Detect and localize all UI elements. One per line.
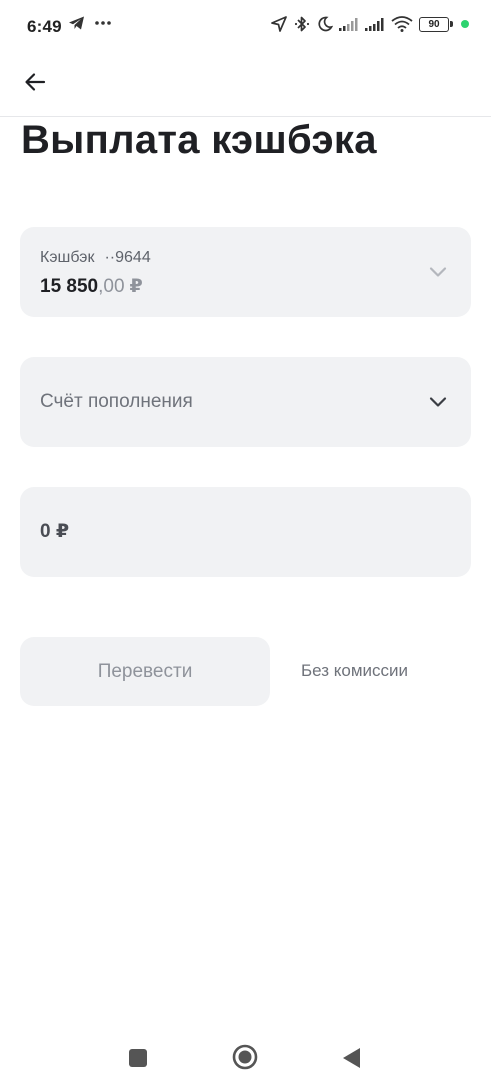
account-mask: ··9644 <box>104 249 151 266</box>
more-dots-icon <box>95 21 111 25</box>
page-title: Выплата кэшбэка <box>21 118 377 162</box>
account-label: Кэшбэк <box>40 249 95 266</box>
arrow-left-icon <box>25 73 46 91</box>
target-account-select[interactable]: Счёт пополнения <box>20 357 471 447</box>
recent-apps-button[interactable] <box>129 1049 147 1067</box>
signal-icon <box>339 18 358 31</box>
account-balance: 15 850,00 ₽ <box>40 275 143 298</box>
battery-icon: 90 <box>419 16 453 32</box>
system-back-button[interactable] <box>341 1047 361 1069</box>
telegram-icon <box>69 16 84 30</box>
back-button[interactable] <box>20 67 50 97</box>
signal-icon <box>365 18 384 31</box>
balance-integer: 15 850 <box>40 276 99 297</box>
system-nav-bar <box>0 1030 491 1090</box>
amount-value: 0 ₽ <box>40 521 70 542</box>
chevron-down-icon <box>429 397 447 407</box>
balance-fraction: ,00 <box>98 276 125 297</box>
transfer-button[interactable]: Перевести <box>20 637 270 706</box>
wifi-icon <box>391 16 413 32</box>
source-account-select[interactable]: Кэшбэк ··9644 15 850,00 ₽ <box>20 227 471 317</box>
top-bar <box>0 56 491 117</box>
fee-note: Без комиссии <box>301 661 409 680</box>
amount-input[interactable]: 0 ₽ <box>20 487 471 577</box>
target-account-placeholder: Счёт пополнения <box>40 391 193 412</box>
location-icon <box>271 16 287 32</box>
privacy-indicator-dot <box>461 20 469 28</box>
status-bar: 6:49 90 <box>0 0 491 56</box>
status-time: 6:49 <box>27 17 62 36</box>
chevron-down-icon <box>429 267 447 277</box>
home-button[interactable] <box>232 1044 258 1070</box>
moon-icon <box>318 16 333 32</box>
bluetooth-icon <box>294 16 310 32</box>
balance-currency: ₽ <box>129 276 143 297</box>
